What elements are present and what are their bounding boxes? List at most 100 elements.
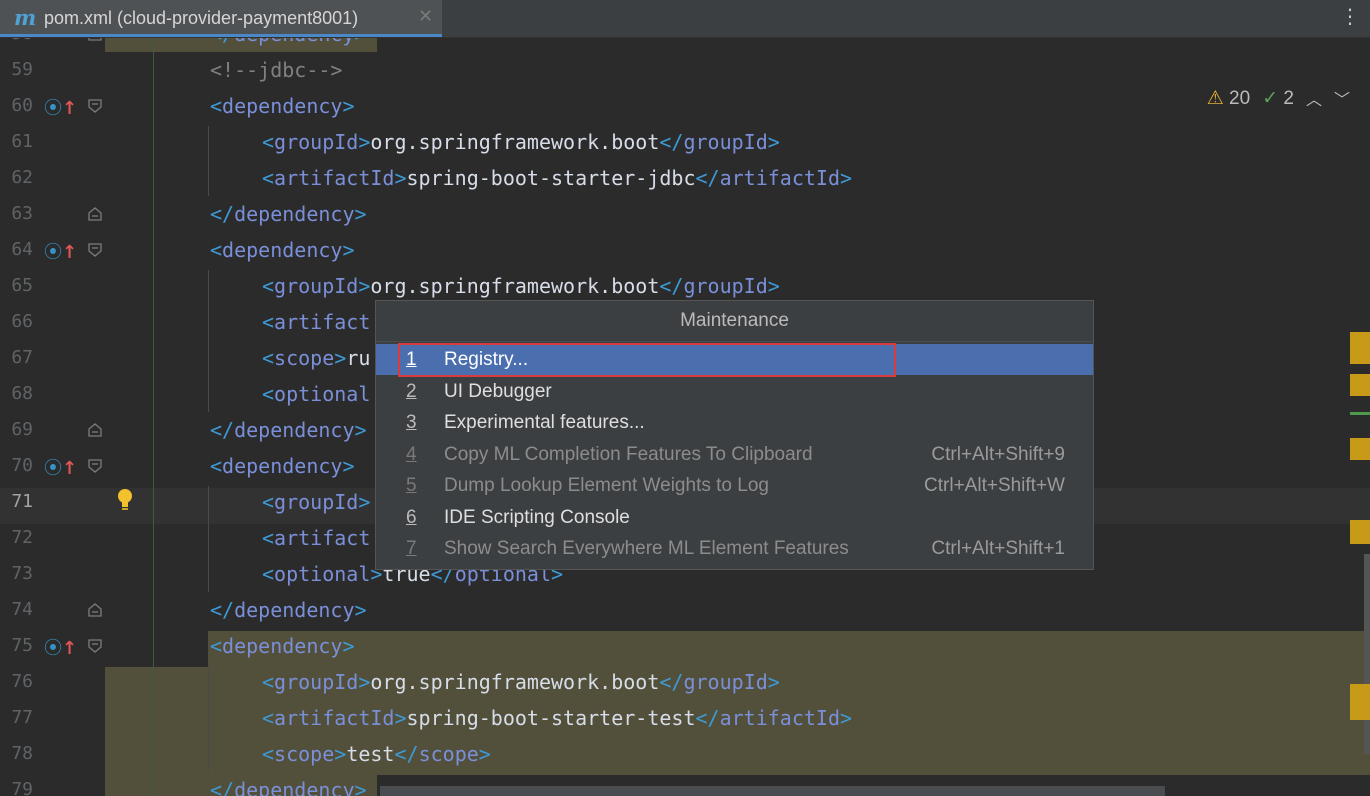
error-stripe-marker[interactable]: [1350, 520, 1370, 544]
line-number: 67: [11, 347, 33, 368]
menu-item-label: UI Debugger: [444, 380, 552, 402]
fold-marker-icon[interactable]: [87, 422, 103, 438]
tab-title: pom.xml (cloud-provider-payment8001): [44, 8, 359, 28]
code-text[interactable]: <scope>ru: [262, 340, 370, 376]
line-number: 66: [11, 311, 33, 332]
code-line[interactable]: 59 <!--jdbc-->: [0, 52, 1370, 88]
menu-item-label: Dump Lookup Element Weights to Log: [444, 475, 769, 496]
code-line[interactable]: 65 <groupId>org.springframework.boot</gro…: [0, 268, 1370, 304]
code-text[interactable]: <artifact: [262, 304, 370, 340]
error-stripe-marker[interactable]: [1350, 684, 1370, 720]
menu-item-dump-lookup-element-weights-to-log[interactable]: 5 Dump Lookup Element Weights to Log Ctrl+…: [376, 470, 1093, 501]
override-navigate-icon[interactable]: ⦿↑: [44, 634, 77, 660]
more-options-icon[interactable]: ⋮: [1340, 4, 1360, 28]
code-line[interactable]: 64 ⦿↑ <dependency>: [0, 232, 1370, 268]
menu-item-mnemonic: 4: [406, 443, 417, 465]
menu-item-show-search-everywhere-ml-element-features[interactable]: 7 Show Search Everywhere ML Element Featu…: [376, 533, 1093, 564]
menu-item-mnemonic: 6: [406, 506, 417, 528]
line-number: 76: [11, 671, 33, 692]
check-icon: ✓: [1262, 87, 1279, 109]
code-text[interactable]: </dependency>: [210, 412, 367, 448]
code-line[interactable]: 74 </dependency>: [0, 592, 1370, 628]
code-text[interactable]: </dependency>: [210, 592, 367, 628]
error-stripe-marker[interactable]: [1350, 438, 1370, 460]
line-number: 58: [0, 38, 33, 52]
line-number: 79: [11, 779, 33, 796]
code-text[interactable]: <dependency>: [210, 628, 355, 664]
previous-highlight-icon[interactable]: ︿: [1306, 86, 1322, 110]
code-text[interactable]: <scope>test</scope>: [262, 736, 491, 772]
close-icon[interactable]: ✕: [418, 6, 433, 27]
code-line[interactable]: 62 <artifactId>spring-boot-starter-jdbc</…: [0, 160, 1370, 196]
code-line[interactable]: 78 <scope>test</scope>: [0, 736, 1370, 772]
code-text[interactable]: <groupId>org.springframework.boot</group…: [262, 268, 780, 304]
intention-bulb-icon[interactable]: [116, 488, 134, 512]
editor-tab-bar: m pom.xml (cloud-provider-payment8001) ✕…: [0, 0, 1370, 38]
error-stripe-marker[interactable]: [1350, 374, 1370, 396]
next-highlight-icon[interactable]: ﹀: [1334, 86, 1350, 110]
code-text[interactable]: <optional: [262, 376, 370, 412]
code-line[interactable]: 77 <artifactId>spring-boot-starter-test</…: [0, 700, 1370, 736]
menu-item-shortcut: Ctrl+Alt+Shift+9: [931, 443, 1065, 465]
fold-marker-icon[interactable]: [87, 458, 103, 474]
menu-item-mnemonic: 2: [406, 380, 417, 402]
fold-marker-icon[interactable]: [87, 98, 103, 114]
line-number: 65: [11, 275, 33, 296]
code-text[interactable]: <!--jdbc-->: [210, 52, 342, 88]
code-text[interactable]: <groupId>org.springframework.boot</group…: [262, 124, 780, 160]
warning-count[interactable]: ⚠ 20: [1207, 87, 1250, 110]
override-navigate-icon[interactable]: ⦿↑: [44, 454, 77, 480]
line-number: 70: [11, 455, 33, 476]
code-text[interactable]: <artifactId>spring-boot-starter-jdbc</ar…: [262, 160, 852, 196]
override-navigate-icon[interactable]: ⦿↑: [44, 238, 77, 264]
code-text[interactable]: <dependency>: [210, 88, 355, 124]
line-number: 75: [11, 635, 33, 656]
code-text[interactable]: <artifact: [262, 520, 370, 556]
menu-item-mnemonic: 5: [406, 475, 417, 496]
line-number: 60: [11, 95, 33, 116]
menu-item-shortcut: Ctrl+Alt+Shift+W: [924, 475, 1065, 496]
line-number: 59: [11, 59, 33, 80]
code-text[interactable]: </dependency>: [210, 38, 367, 52]
horizontal-scrollbar[interactable]: [380, 786, 1165, 796]
error-stripe-marker[interactable]: [1350, 412, 1370, 415]
code-text[interactable]: </dependency>: [210, 772, 367, 796]
fold-marker-icon[interactable]: [87, 242, 103, 258]
fold-marker-icon[interactable]: [87, 38, 103, 42]
fold-marker-icon[interactable]: [87, 206, 103, 222]
menu-item-experimental-features[interactable]: 3 Experimental features...: [376, 407, 1093, 438]
line-number: 72: [11, 527, 33, 548]
code-line[interactable]: 61 <groupId>org.springframework.boot</gro…: [0, 124, 1370, 160]
menu-item-ui-debugger[interactable]: 2 UI Debugger: [376, 376, 1093, 407]
code-text[interactable]: <dependency>: [210, 448, 355, 484]
error-stripe-marker[interactable]: [1350, 332, 1370, 364]
vertical-scrollbar[interactable]: [1364, 554, 1370, 754]
menu-item-mnemonic: 7: [406, 538, 417, 559]
code-line[interactable]: 76 <groupId>org.springframework.boot</gro…: [0, 664, 1370, 700]
code-text[interactable]: <groupId>: [262, 484, 370, 520]
annotation-highlight-box: [398, 343, 896, 377]
code-line[interactable]: 60 ⦿↑ <dependency>: [0, 88, 1370, 124]
popup-title: Maintenance: [376, 301, 1093, 342]
fold-marker-icon[interactable]: [87, 602, 103, 618]
line-number: 64: [11, 239, 33, 260]
line-number: 61: [11, 131, 33, 152]
code-line[interactable]: 63 </dependency>: [0, 196, 1370, 232]
override-navigate-icon[interactable]: ⦿↑: [44, 94, 77, 120]
line-number: 73: [11, 563, 33, 584]
menu-item-ide-scripting-console[interactable]: 6 IDE Scripting Console: [376, 502, 1093, 533]
fold-marker-icon[interactable]: [87, 638, 103, 654]
menu-item-copy-ml-completion-features-to-clipboard[interactable]: 4 Copy ML Completion Features To Clipboar…: [376, 439, 1093, 470]
line-number: 69: [11, 419, 33, 440]
tab-pom-xml[interactable]: m pom.xml (cloud-provider-payment8001) ✕: [0, 0, 442, 37]
code-text[interactable]: <groupId>org.springframework.boot</group…: [262, 664, 780, 700]
menu-item-label: IDE Scripting Console: [444, 506, 630, 528]
code-line[interactable]: 58 </dependency>: [0, 38, 1370, 52]
line-number: 68: [11, 383, 33, 404]
code-text[interactable]: <dependency>: [210, 232, 355, 268]
code-text[interactable]: <artifactId>spring-boot-starter-test</ar…: [262, 700, 852, 736]
code-text[interactable]: </dependency>: [210, 196, 367, 232]
inspection-widget[interactable]: ⚠ 20 ✓ 2 ︿ ﹀: [1207, 86, 1350, 110]
typo-count[interactable]: ✓ 2: [1262, 87, 1294, 110]
code-line[interactable]: 75 ⦿↑ <dependency>: [0, 628, 1370, 664]
